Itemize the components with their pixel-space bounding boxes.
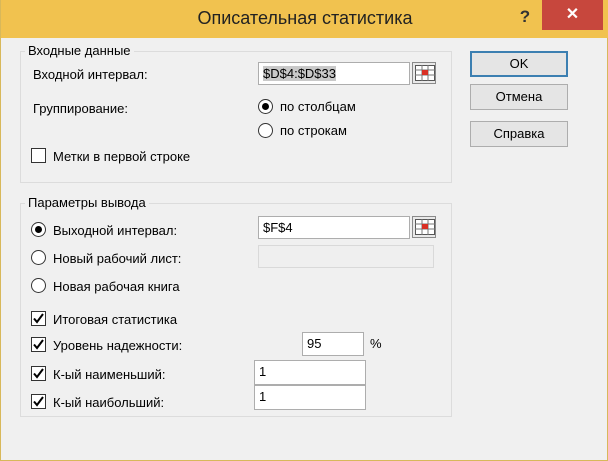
close-button[interactable]: ✕ <box>542 0 603 30</box>
dialog-window: Описательная статистика ? ✕ Входные данн… <box>0 0 608 461</box>
output-group-legend: Параметры вывода <box>25 196 149 210</box>
grouping-label: Группирование: <box>33 101 128 116</box>
output-range-field[interactable]: $F$4 <box>258 216 410 239</box>
checkmark-icon <box>33 339 44 350</box>
cancel-button[interactable]: Отмена <box>470 84 568 110</box>
by-rows-label[interactable]: по строкам <box>280 123 347 139</box>
input-range-label: Входной интервал: <box>33 67 148 82</box>
summary-stats-label[interactable]: Итоговая статистика <box>53 312 177 328</box>
radio-by-rows[interactable] <box>258 123 273 138</box>
checkmark-icon <box>33 313 44 324</box>
kth-smallest-field[interactable]: 1 <box>254 360 366 385</box>
kth-smallest-checkbox[interactable] <box>31 366 46 381</box>
by-columns-label[interactable]: по столбцам <box>280 99 356 115</box>
confidence-label[interactable]: Уровень надежности: <box>53 338 182 354</box>
new-sheet-field[interactable] <box>258 245 434 268</box>
kth-smallest-label[interactable]: К-ый наименьший: <box>53 367 165 383</box>
input-range-selector-button[interactable] <box>412 62 436 84</box>
input-range-value: $D$4:$D$33 <box>263 66 336 81</box>
radio-new-sheet[interactable] <box>31 250 46 265</box>
confidence-field[interactable]: 95 <box>302 332 364 356</box>
ok-button[interactable]: OK <box>470 51 568 77</box>
input-group-legend: Входные данные <box>25 44 134 58</box>
labels-first-row-checkbox[interactable] <box>31 148 46 163</box>
new-sheet-label[interactable]: Новый рабочий лист: <box>53 251 181 267</box>
labels-first-row-label[interactable]: Метки в первой строке <box>53 149 190 165</box>
help-title-button[interactable]: ? <box>511 4 539 30</box>
checkmark-icon <box>33 396 44 407</box>
confidence-checkbox[interactable] <box>31 337 46 352</box>
kth-largest-field[interactable]: 1 <box>254 385 366 410</box>
help-button[interactable]: Справка <box>470 121 568 147</box>
input-range-field[interactable]: $D$4:$D$33 <box>258 62 410 85</box>
kth-largest-checkbox[interactable] <box>31 394 46 409</box>
title-bar: Описательная статистика ? ✕ <box>1 0 608 38</box>
range-select-icon <box>415 219 435 235</box>
radio-by-columns[interactable] <box>258 99 273 114</box>
new-book-label[interactable]: Новая рабочая книга <box>53 279 180 295</box>
output-range-selector-button[interactable] <box>412 216 436 238</box>
kth-largest-label[interactable]: К-ый наибольший: <box>53 395 164 411</box>
summary-stats-checkbox[interactable] <box>31 311 46 326</box>
range-select-icon <box>415 65 435 81</box>
confidence-unit: % <box>370 336 382 351</box>
checkmark-icon <box>33 368 44 379</box>
radio-new-book[interactable] <box>31 278 46 293</box>
radio-output-range[interactable] <box>31 222 46 237</box>
output-range-label[interactable]: Выходной интервал: <box>53 223 177 239</box>
